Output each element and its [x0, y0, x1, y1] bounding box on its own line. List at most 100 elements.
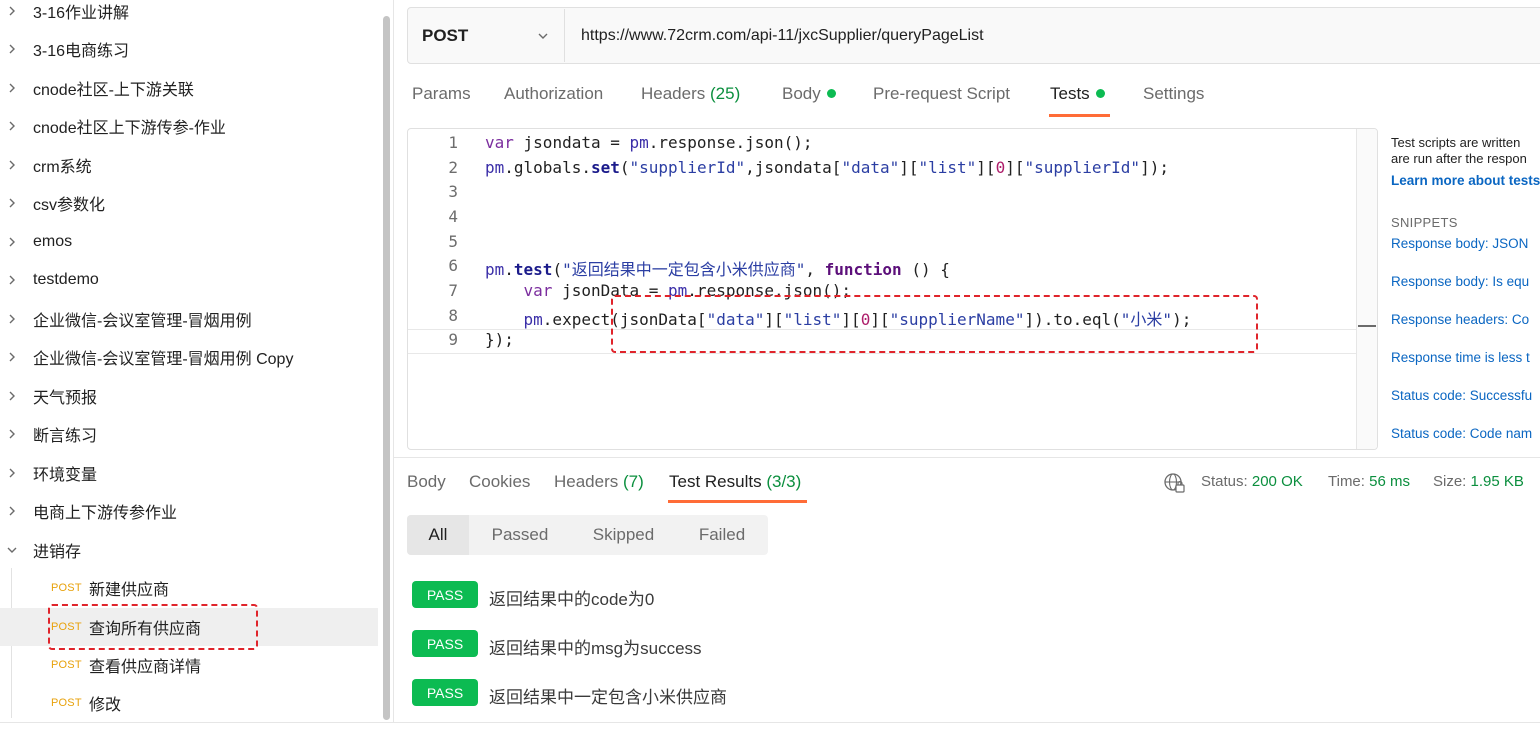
code-line: pm.test("返回结果中一定包含小米供应商", function () {	[485, 260, 950, 279]
folder-label: 天气预报	[33, 390, 98, 407]
method-badge: POST	[51, 659, 82, 671]
code-line: pm.expect(jsonData["data"]["list"][0]["s…	[523, 310, 1192, 329]
time-value: 56 ms	[1369, 473, 1410, 490]
tab-count: (7)	[623, 472, 644, 491]
chevron-right-icon[interactable]	[0, 159, 24, 171]
snippet-item[interactable]: Response headers: Co	[1391, 312, 1529, 327]
globe-lock-icon[interactable]	[1163, 472, 1185, 494]
test-results-filter: All Passed Skipped Failed	[407, 515, 768, 555]
tab-headers[interactable]: Headers (25)	[641, 84, 740, 104]
url-input[interactable]: https://www.72crm.com/api-11/jxcSupplier…	[581, 27, 984, 45]
chevron-right-icon[interactable]	[0, 43, 24, 55]
snippet-item[interactable]: Status code: Successfu	[1391, 388, 1532, 403]
size-label: Size:	[1433, 473, 1467, 490]
folder-item[interactable]: 环境变量	[0, 454, 378, 492]
filter-all[interactable]: All	[407, 515, 469, 555]
method-value: POST	[422, 25, 469, 45]
tab-params[interactable]: Params	[412, 84, 471, 104]
snippet-item[interactable]: Response body: JSON	[1391, 236, 1528, 251]
learn-more-link[interactable]: Learn more about tests	[1391, 173, 1540, 188]
test-script-editor[interactable]: 1 2 3 4 5 6 7 8 9 var jsondata = pm.resp…	[407, 128, 1378, 450]
chevron-right-icon[interactable]	[0, 467, 24, 479]
filter-skipped[interactable]: Skipped	[571, 515, 676, 555]
chevron-right-icon[interactable]	[0, 197, 24, 209]
tab-label: Cookies	[469, 472, 531, 491]
chevron-right-icon[interactable]	[0, 505, 24, 517]
tab-tests[interactable]: Tests	[1050, 84, 1105, 104]
folder-item[interactable]: crm系统	[0, 146, 378, 184]
request-item-active[interactable]: POST 查询所有供应商	[0, 608, 378, 646]
snippets-heading: SNIPPETS	[1391, 215, 1458, 230]
response-tab-test-results[interactable]: Test Results (3/3)	[669, 472, 801, 492]
line-number: 7	[448, 281, 458, 300]
folder-item[interactable]: 3-16作业讲解	[0, 0, 378, 30]
snippet-item[interactable]: Status code: Code nam	[1391, 426, 1532, 441]
snippets-description: are run after the respon	[1391, 151, 1527, 166]
tab-settings[interactable]: Settings	[1143, 84, 1204, 104]
active-tab-indicator	[668, 500, 807, 503]
folder-item[interactable]: testdemo	[0, 261, 378, 299]
folder-item[interactable]: emos	[0, 223, 378, 261]
folder-item-expanded[interactable]: 进销存	[0, 531, 378, 569]
current-line-highlight	[408, 329, 1356, 354]
line-number: 9	[448, 330, 458, 349]
response-tab-body[interactable]: Body	[407, 472, 446, 492]
chevron-right-icon[interactable]	[0, 82, 24, 94]
status-value: 200 OK	[1251, 473, 1303, 490]
filter-passed[interactable]: Passed	[469, 515, 571, 555]
folder-item[interactable]: 企业微信-会议室管理-冒烟用例	[0, 300, 378, 338]
chevron-right-icon[interactable]	[0, 5, 24, 17]
folder-item[interactable]: cnode社区上下游传参-作业	[0, 107, 378, 145]
folder-item[interactable]: 企业微信-会议室管理-冒烟用例 Copy	[0, 338, 378, 376]
request-item[interactable]: POST 新建供应商	[0, 569, 378, 607]
pass-badge: PASS	[412, 581, 478, 608]
panel-resize-handle[interactable]	[1358, 325, 1376, 327]
chevron-right-icon[interactable]	[0, 236, 24, 248]
method-select[interactable]: POST	[408, 9, 565, 62]
active-tab-indicator	[1049, 114, 1110, 117]
chevron-down-icon[interactable]	[0, 544, 24, 556]
method-badge: POST	[51, 582, 82, 594]
folder-label: crm系统	[33, 159, 92, 176]
snippets-description: Test scripts are written	[1391, 135, 1521, 150]
response-divider	[394, 457, 1540, 458]
folder-item[interactable]: cnode社区-上下游关联	[0, 69, 378, 107]
chevron-right-icon[interactable]	[0, 120, 24, 132]
filter-failed[interactable]: Failed	[676, 515, 768, 555]
tab-label: Headers	[554, 472, 619, 491]
folder-label: cnode社区-上下游关联	[33, 82, 194, 99]
chevron-right-icon[interactable]	[0, 274, 24, 286]
chevron-right-icon[interactable]	[0, 351, 24, 363]
request-name: 修改	[89, 697, 122, 714]
sidebar-scrollbar[interactable]	[383, 16, 390, 720]
folder-item[interactable]: 电商上下游传参作业	[0, 492, 378, 530]
tab-authorization[interactable]: Authorization	[504, 84, 603, 104]
tab-label: Authorization	[504, 84, 604, 103]
folder-label: 3-16电商练习	[33, 43, 130, 60]
folder-item[interactable]: csv参数化	[0, 184, 378, 222]
response-status: Status: 200 OK	[1201, 473, 1303, 490]
snippet-item[interactable]: Response body: Is equ	[1391, 274, 1529, 289]
response-tab-cookies[interactable]: Cookies	[469, 472, 530, 492]
tab-pre-request-script[interactable]: Pre-request Script	[873, 84, 1010, 104]
pass-badge: PASS	[412, 679, 478, 706]
folder-item[interactable]: 断言练习	[0, 415, 378, 453]
tab-label: Params	[412, 84, 471, 103]
response-tab-headers[interactable]: Headers (7)	[554, 472, 644, 492]
tab-body[interactable]: Body	[782, 84, 836, 104]
request-item[interactable]: POST 修改	[0, 684, 378, 722]
folder-item[interactable]: 天气预报	[0, 377, 378, 415]
tab-label: Body	[782, 84, 821, 103]
chevron-right-icon[interactable]	[0, 428, 24, 440]
response-time: Time: 56 ms	[1328, 473, 1410, 490]
tab-label: Settings	[1143, 84, 1205, 103]
chevron-right-icon[interactable]	[0, 390, 24, 402]
method-badge: POST	[51, 621, 82, 633]
snippet-item[interactable]: Response time is less t	[1391, 350, 1530, 365]
chevron-right-icon[interactable]	[0, 313, 24, 325]
editor-scrollbar[interactable]	[1356, 129, 1377, 449]
folder-label: 进销存	[33, 544, 82, 561]
request-item[interactable]: POST 查看供应商详情	[0, 646, 378, 684]
folder-item[interactable]: 3-16电商练习	[0, 30, 378, 68]
method-badge: POST	[51, 697, 82, 709]
